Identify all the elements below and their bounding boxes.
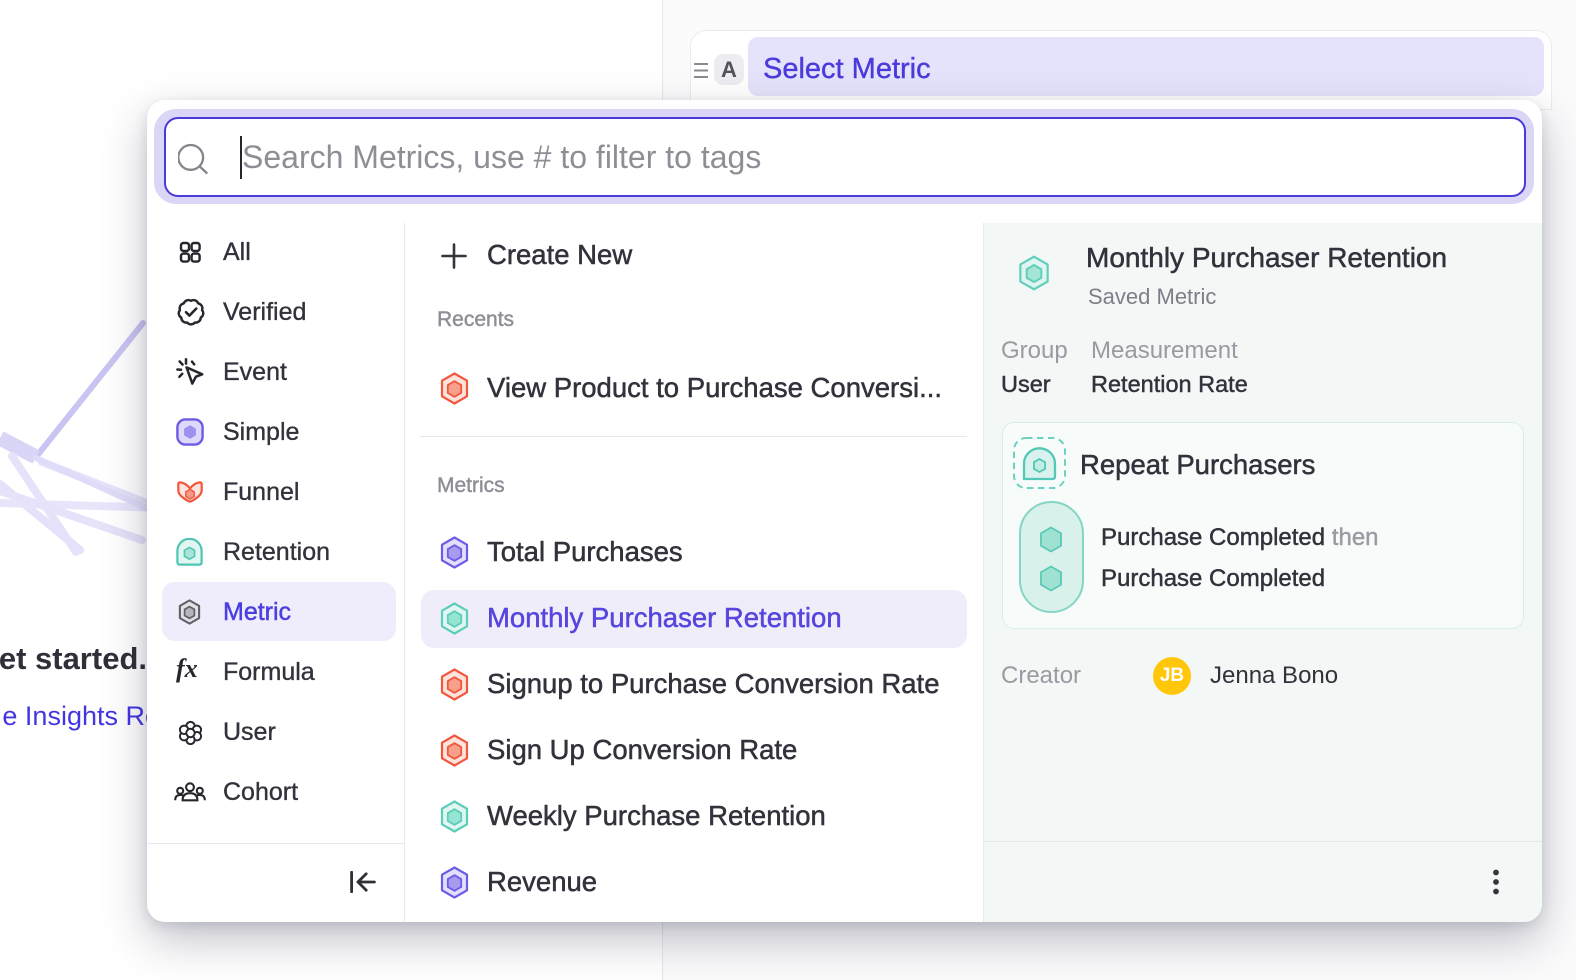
svg-text:fx: fx (176, 656, 198, 683)
